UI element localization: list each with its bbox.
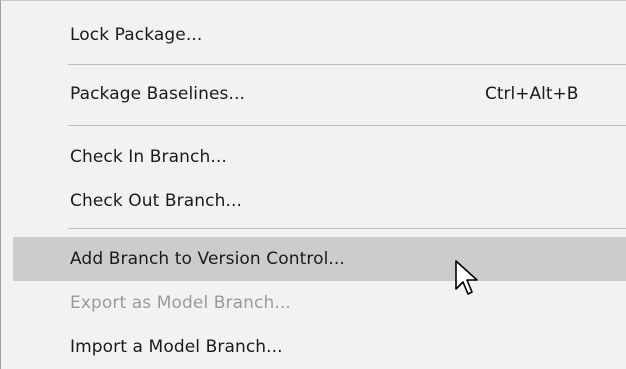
menu-item-label: Add Branch to Version Control... bbox=[70, 249, 345, 269]
menu-item-label: Package Baselines... bbox=[70, 84, 246, 104]
menu-item-shortcut: Ctrl+Alt+B bbox=[485, 84, 579, 104]
menu-item-export-as-model-branch: Export as Model Branch... bbox=[13, 281, 626, 325]
menu-item-label: Check In Branch... bbox=[70, 147, 227, 167]
menu-item-import-a-model-branch[interactable]: Import a Model Branch... bbox=[13, 325, 626, 369]
menu-item-label: Lock Package... bbox=[70, 25, 203, 45]
menu-item-package-baselines[interactable]: Package Baselines... Ctrl+Alt+B bbox=[13, 72, 626, 116]
menu-separator bbox=[68, 125, 626, 126]
menu-item-add-branch-to-version-control[interactable]: Add Branch to Version Control... bbox=[13, 237, 626, 281]
context-menu: Lock Package... Package Baselines... Ctr… bbox=[0, 0, 626, 369]
menu-item-lock-package[interactable]: Lock Package... bbox=[13, 13, 626, 57]
menu-item-label: Import a Model Branch... bbox=[70, 337, 283, 357]
menu-separator bbox=[68, 64, 626, 65]
menu-item-label: Check Out Branch... bbox=[70, 191, 242, 211]
menu-item-check-out-branch[interactable]: Check Out Branch... bbox=[13, 179, 626, 223]
menu-item-label: Export as Model Branch... bbox=[70, 293, 291, 313]
menu-item-check-in-branch[interactable]: Check In Branch... bbox=[13, 135, 626, 179]
arrow-pointer-icon bbox=[455, 260, 478, 295]
menu-separator bbox=[68, 228, 626, 229]
